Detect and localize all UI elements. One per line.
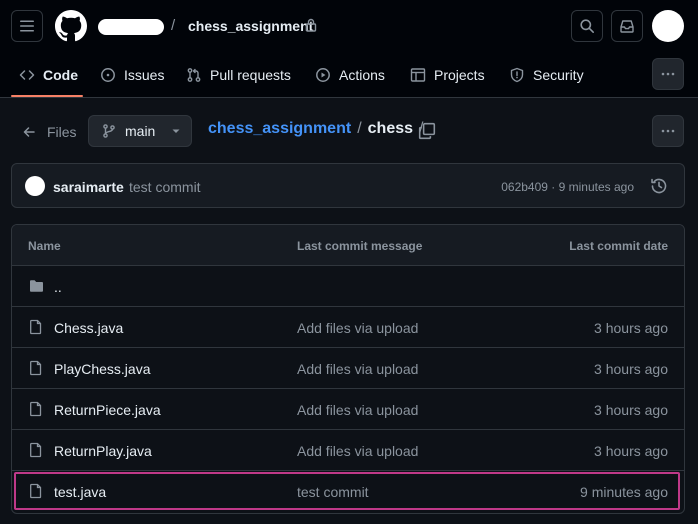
tab-actions-label: Actions xyxy=(339,67,385,83)
file-commit-message[interactable]: Add files via upload xyxy=(297,361,418,377)
file-icon xyxy=(30,401,42,417)
path-more-button[interactable] xyxy=(652,115,684,147)
file-icon xyxy=(30,442,42,458)
code-icon xyxy=(19,70,35,80)
hamburger-icon xyxy=(20,20,34,32)
commit-author-avatar[interactable] xyxy=(25,176,45,196)
folder-icon xyxy=(30,280,43,292)
table-row[interactable]: PlayChess.java Add files via upload 3 ho… xyxy=(12,348,684,389)
file-commit-date: 3 hours ago xyxy=(594,402,668,418)
header-commit-date: Last commit date xyxy=(569,239,668,253)
lock-icon xyxy=(305,18,317,32)
table-icon xyxy=(410,68,426,82)
file-icon xyxy=(30,483,42,499)
menu-button[interactable] xyxy=(11,10,43,42)
tab-pull-requests[interactable]: Pull requests xyxy=(186,64,291,86)
tab-security-label: Security xyxy=(533,67,584,83)
file-commit-date: 3 hours ago xyxy=(594,443,668,459)
kebab-horizontal-icon xyxy=(661,129,675,133)
top-bar: / chess_assignment xyxy=(0,0,698,52)
repo-nav-tabs: Code Issues Pull requests Actions Projec… xyxy=(0,52,698,98)
shield-icon xyxy=(510,67,524,83)
file-name-link[interactable]: ReturnPlay.java xyxy=(54,443,152,459)
owner-name-redacted[interactable] xyxy=(98,19,164,35)
table-row[interactable]: Chess.java Add files via upload 3 hours … xyxy=(12,307,684,348)
repo-name-link[interactable]: chess_assignment xyxy=(188,18,313,34)
table-row[interactable]: ReturnPiece.java Add files via upload 3 … xyxy=(12,389,684,430)
active-tab-indicator xyxy=(11,95,83,97)
files-toggle-button[interactable]: Files xyxy=(11,118,77,146)
table-row-parent-dir[interactable]: .. xyxy=(12,266,684,307)
copy-icon[interactable] xyxy=(418,122,436,140)
file-icon xyxy=(30,360,42,376)
commit-message[interactable]: test commit xyxy=(129,179,201,195)
tab-issues[interactable]: Issues xyxy=(100,64,164,86)
breadcrumb-separator: / xyxy=(171,17,176,34)
breadcrumb: chess_assignment / chess / xyxy=(208,120,423,138)
parent-dir-link[interactable]: .. xyxy=(54,279,62,295)
file-icon xyxy=(30,319,42,335)
file-commit-message[interactable]: Add files via upload xyxy=(297,443,418,459)
git-branch-icon xyxy=(103,124,115,138)
files-label: Files xyxy=(47,124,77,140)
file-table: Name Last commit message Last commit dat… xyxy=(11,224,685,514)
tab-pull-requests-label: Pull requests xyxy=(210,67,291,83)
tab-projects[interactable]: Projects xyxy=(410,64,485,86)
file-commit-date: 3 hours ago xyxy=(594,320,668,336)
file-name-link[interactable]: Chess.java xyxy=(54,320,123,336)
github-logo-icon[interactable] xyxy=(55,10,87,42)
tab-actions[interactable]: Actions xyxy=(315,64,385,86)
kebab-horizontal-icon xyxy=(661,72,675,76)
file-name-link[interactable]: test.java xyxy=(54,484,106,500)
tab-issues-label: Issues xyxy=(124,67,165,83)
header-name: Name xyxy=(28,239,61,253)
file-commit-message[interactable]: Add files via upload xyxy=(297,320,418,336)
commit-meta[interactable]: 062b409 · 9 minutes ago xyxy=(501,180,634,194)
tab-code[interactable]: Code xyxy=(19,64,78,86)
breadcrumb-current-dir: chess xyxy=(367,120,414,137)
tab-code-label: Code xyxy=(43,67,78,83)
table-row-highlighted[interactable]: test.java test commit 9 minutes ago xyxy=(12,471,684,512)
file-name-link[interactable]: ReturnPiece.java xyxy=(54,402,161,418)
file-name-link[interactable]: PlayChess.java xyxy=(54,361,151,377)
file-commit-date: 3 hours ago xyxy=(594,361,668,377)
file-commit-message[interactable]: Add files via upload xyxy=(297,402,418,418)
play-icon xyxy=(316,68,330,82)
breadcrumb-repo-link[interactable]: chess_assignment xyxy=(208,120,351,138)
branch-selector[interactable]: main xyxy=(88,115,192,147)
arrow-left-icon xyxy=(23,127,35,137)
inbox-button[interactable] xyxy=(611,10,643,42)
history-icon[interactable] xyxy=(650,177,668,195)
app-header: / chess_assignment Code Issues Pull requ… xyxy=(0,0,698,98)
caret-down-icon xyxy=(172,129,180,133)
header-commit-message: Last commit message xyxy=(297,239,423,253)
search-button[interactable] xyxy=(571,10,603,42)
file-commit-message[interactable]: test commit xyxy=(297,484,369,500)
tab-projects-label: Projects xyxy=(434,67,485,83)
table-row[interactable]: ReturnPlay.java Add files via upload 3 h… xyxy=(12,430,684,471)
issue-icon xyxy=(101,68,115,82)
table-header: Name Last commit message Last commit dat… xyxy=(12,225,684,266)
file-commit-date: 9 minutes ago xyxy=(580,484,668,500)
inbox-icon xyxy=(620,20,634,33)
nav-more-button[interactable] xyxy=(652,58,684,90)
tab-security[interactable]: Security xyxy=(509,64,584,86)
breadcrumb-separator: / xyxy=(357,120,362,137)
latest-commit-box: saraimarte test commit 062b409 · 9 minut… xyxy=(11,163,685,208)
user-avatar[interactable] xyxy=(652,10,684,42)
branch-name: main xyxy=(125,123,156,139)
commit-author[interactable]: saraimarte xyxy=(53,179,124,195)
search-icon xyxy=(580,19,594,33)
pull-request-icon xyxy=(187,68,201,82)
